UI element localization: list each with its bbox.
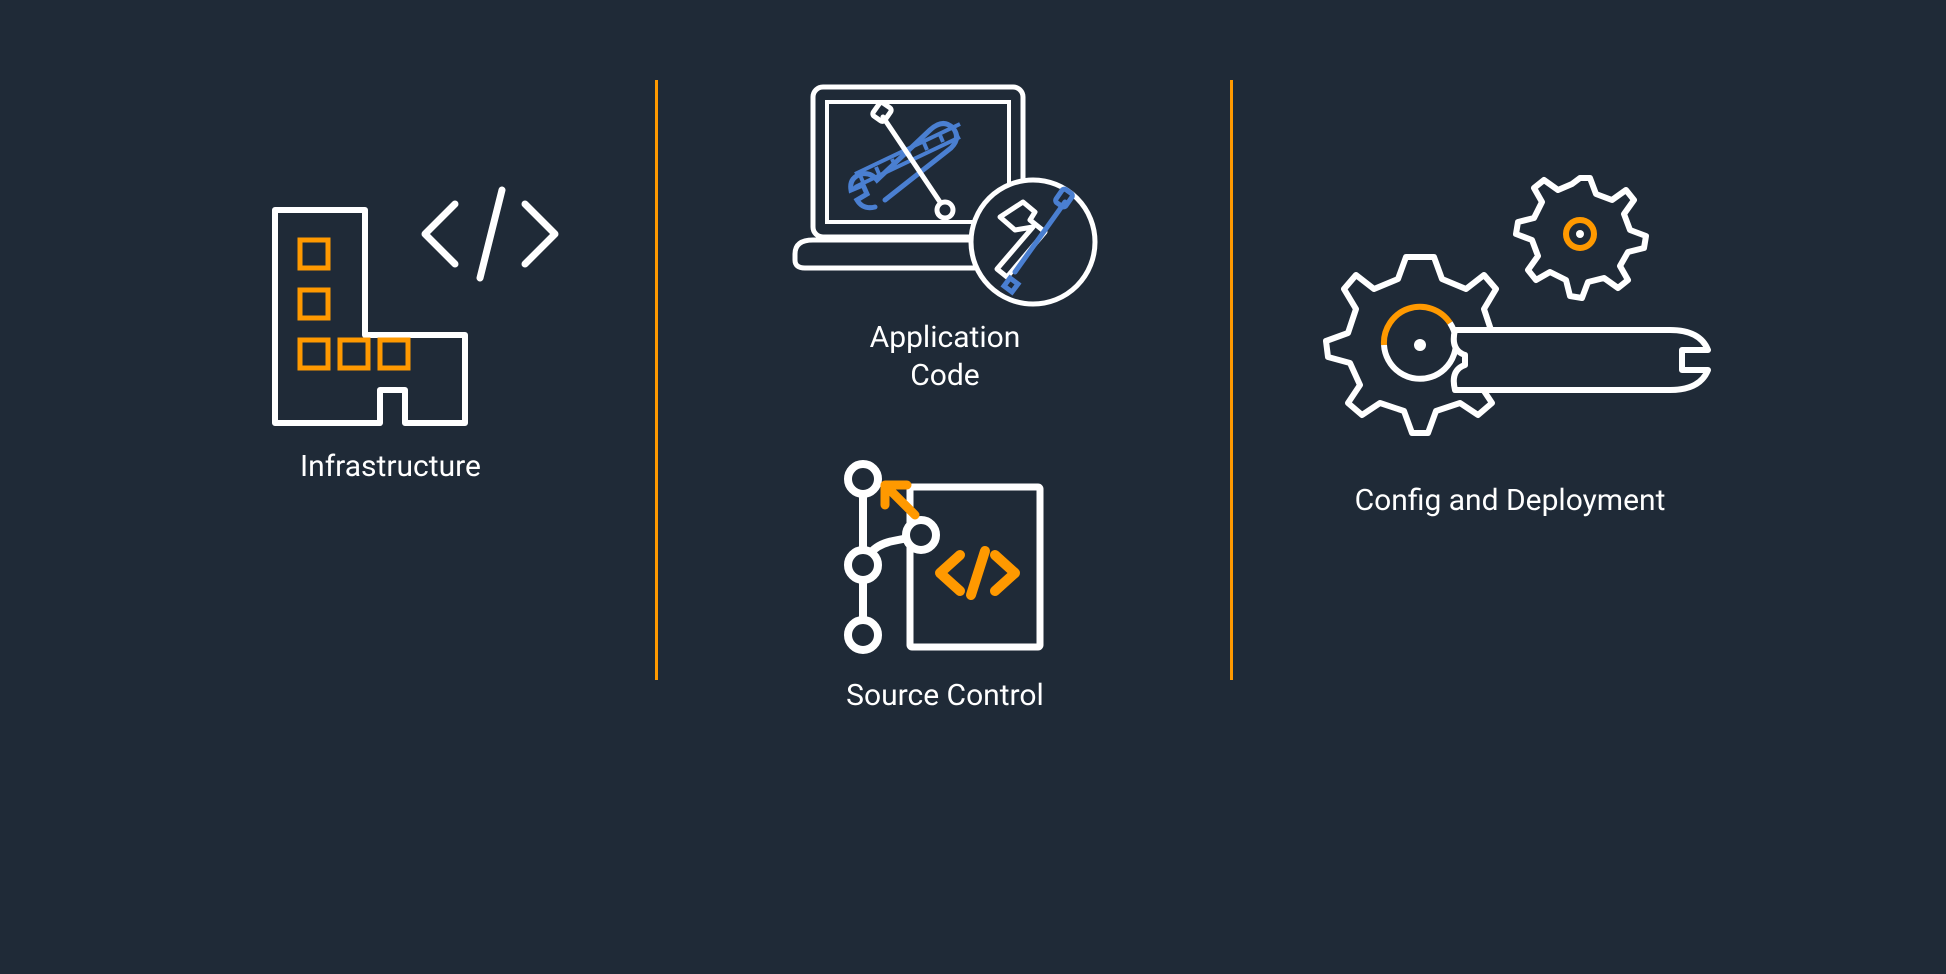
infrastructure-label: Infrastructure <box>270 448 481 486</box>
application-code-label: Application Code <box>870 319 1021 394</box>
source-control-tile: Source Control <box>825 455 1065 715</box>
application-code-tile: Application Code <box>775 82 1115 394</box>
column-infrastructure: Infrastructure <box>200 0 655 784</box>
column-middle: Application Code <box>655 0 1230 784</box>
application-code-icon <box>775 82 1115 307</box>
infrastructure-icon <box>270 180 560 430</box>
config-deployment-tile: Config and Deployment <box>1300 160 1720 520</box>
infrastructure-tile: Infrastructure <box>270 180 560 486</box>
source-control-label: Source Control <box>846 677 1044 715</box>
column-config-deployment: Config and Deployment <box>1230 0 1746 784</box>
config-deployment-icon <box>1300 160 1720 460</box>
diagram-canvas: Infrastructure <box>200 0 1746 784</box>
source-control-icon <box>835 455 1055 665</box>
config-deployment-label: Config and Deployment <box>1355 482 1666 520</box>
